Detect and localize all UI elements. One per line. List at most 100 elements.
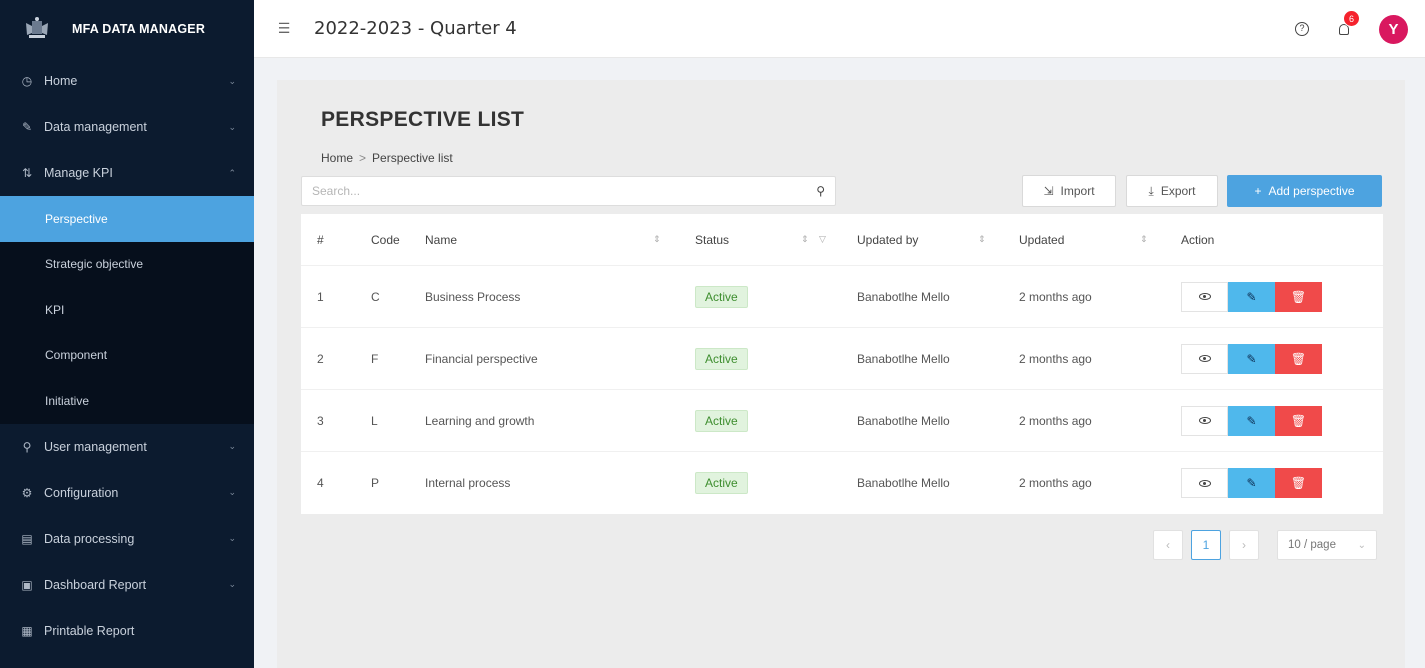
search-input[interactable] [312, 184, 817, 198]
sort-icon[interactable]: ⇕ [1140, 234, 1148, 245]
chevron-left-icon: ‹ [1166, 538, 1170, 552]
row-updated-by: Banabotlhe Mello [857, 351, 950, 366]
edit-button[interactable]: ✎ [1228, 281, 1275, 312]
sidebar-item-user-management[interactable]: ⚲ User management ⌄ [0, 424, 254, 470]
sidebar-item-manage-kpi[interactable]: ⇅ Manage KPI ⌃ [0, 150, 254, 196]
sidebar-item-label: Manage KPI [44, 166, 113, 180]
sidebar-item-data-management[interactable]: ✎ Data management ⌄ [0, 104, 254, 150]
edit-button[interactable]: ✎ [1228, 343, 1275, 374]
import-button[interactable]: ⇲ Import [1022, 175, 1116, 207]
row-name: Financial perspective [425, 351, 538, 366]
row-code: C [371, 289, 380, 304]
status-badge: Active [695, 472, 748, 494]
sidebar-item-home[interactable]: ◷ Home ⌄ [0, 58, 254, 104]
export-button[interactable]: ⤓ Export [1126, 175, 1218, 207]
sidebar-item-label: Data processing [44, 531, 135, 546]
plus-icon: + [1254, 184, 1262, 198]
view-button[interactable] [1181, 281, 1228, 312]
edit-button[interactable]: ✎ [1228, 405, 1275, 436]
eye-icon [1198, 355, 1211, 362]
breadcrumb-home[interactable]: Home [321, 151, 353, 165]
chevron-right-icon: › [1242, 538, 1246, 552]
page-size-select[interactable]: 10 / page ⌄ [1277, 530, 1377, 560]
filter-icon[interactable]: ▽ [819, 234, 826, 245]
chevron-up-icon: ⌃ [228, 167, 236, 178]
edit-button[interactable]: ✎ [1228, 468, 1275, 498]
next-page-button[interactable]: › [1229, 530, 1259, 560]
header-updated-by[interactable]: Updated by [857, 233, 918, 247]
view-button[interactable] [1181, 343, 1228, 374]
add-perspective-button[interactable]: + Add perspective [1227, 175, 1382, 207]
sort-icon[interactable]: ⇕ [978, 234, 986, 245]
user-icon: ⚲ [22, 439, 32, 454]
row-updated-by: Banabotlhe Mello [857, 476, 950, 490]
chevron-down-icon: ⌄ [228, 579, 236, 589]
submenu-item-component[interactable]: Component [0, 333, 254, 379]
menu-toggle-icon[interactable]: ☰ [254, 20, 314, 37]
pencil-icon: ✎ [1246, 413, 1257, 428]
export-label: Export [1160, 184, 1196, 198]
period-title: 2022-2023 - Quarter 4 [314, 18, 517, 39]
help-icon[interactable]: ? [1295, 22, 1309, 36]
pencil-icon: ✎ [1246, 351, 1257, 366]
perspective-table: # Code Name ⇕ Status ⇕ ▽ Updated by ⇕ Up… [301, 214, 1383, 514]
row-code: F [371, 351, 379, 366]
delete-button[interactable]: 🗑 [1275, 468, 1322, 498]
table-header-row: # Code Name ⇕ Status ⇕ ▽ Updated by ⇕ Up… [301, 214, 1383, 266]
row-number: 3 [317, 413, 324, 428]
row-updated: 2 months ago [1019, 413, 1092, 428]
eye-icon [1198, 417, 1211, 424]
sidebar-item-configuration[interactable]: ⚙ Configuration ⌄ [0, 470, 254, 516]
delete-button[interactable]: 🗑 [1275, 281, 1322, 312]
table-row: 3 L Learning and growth Active Banabotlh… [301, 390, 1383, 452]
row-code: P [371, 476, 380, 490]
submenu-item-perspective[interactable]: Perspective [0, 196, 254, 242]
sidebar-item-printable-report[interactable]: ▦ Printable Report [0, 608, 254, 654]
delete-button[interactable]: 🗑 [1275, 343, 1322, 374]
sidebar-item-label: User management [44, 439, 147, 454]
clock-icon: ◷ [21, 74, 33, 88]
row-name: Business Process [425, 289, 521, 304]
trash-icon: 🗑 [1290, 351, 1307, 366]
submenu-item-initiative[interactable]: Initiative [0, 378, 254, 424]
status-badge: Active [695, 409, 748, 432]
print-report-icon: ▦ [21, 623, 33, 638]
download-icon: ⤓ [1148, 183, 1154, 198]
brand[interactable]: MFA DATA MANAGER [0, 0, 254, 58]
edit-icon: ✎ [21, 120, 33, 134]
search-icon[interactable]: ⚲ [816, 184, 825, 198]
breadcrumb-separator-icon: > [359, 151, 367, 165]
row-code: L [371, 413, 378, 428]
header-status[interactable]: Status [695, 233, 729, 247]
delete-button[interactable]: 🗑 [1275, 405, 1322, 436]
row-actions: ✎ 🗑 [1181, 405, 1322, 436]
row-updated: 2 months ago [1019, 476, 1092, 490]
row-number: 4 [317, 476, 324, 490]
sort-icon[interactable]: ⇕ [801, 234, 809, 245]
content-card: PERSPECTIVE LIST Home > Perspective list ⚲… [277, 80, 1405, 668]
header-updated[interactable]: Updated [1019, 233, 1064, 247]
sidebar: MFA DATA MANAGER ◷ Home ⌄ ✎ Data managem… [0, 0, 254, 668]
import-icon: ⇲ [1043, 184, 1054, 198]
view-button[interactable] [1181, 405, 1228, 436]
prev-page-button[interactable]: ‹ [1153, 530, 1183, 560]
submenu-item-kpi[interactable]: KPI [0, 287, 254, 333]
submenu-item-strategic-objective[interactable]: Strategic objective [0, 242, 254, 288]
sidebar-item-data-processing[interactable]: ▤ Data processing ⌄ [0, 516, 254, 562]
header-name[interactable]: Name [425, 233, 457, 247]
view-button[interactable] [1181, 468, 1228, 498]
import-label: Import [1060, 184, 1095, 198]
notification-badge: 6 [1343, 10, 1360, 27]
table-row: 4 P Internal process Active Banabotlhe M… [301, 452, 1383, 514]
table-icon: ▤ [21, 531, 33, 546]
sort-icon[interactable]: ⇕ [653, 234, 661, 245]
trash-icon: 🗑 [1290, 289, 1307, 304]
avatar[interactable]: Y [1379, 14, 1408, 44]
trash-icon: 🗑 [1290, 476, 1307, 490]
page-number-button[interactable]: 1 [1191, 530, 1221, 560]
row-number: 1 [317, 289, 324, 304]
pencil-icon: ✎ [1246, 289, 1257, 304]
sidebar-item-dashboard-report[interactable]: ▣ Dashboard Report ⌄ [0, 562, 254, 608]
notification-bell-icon[interactable]: 6 [1337, 10, 1360, 36]
eye-icon [1198, 479, 1211, 487]
